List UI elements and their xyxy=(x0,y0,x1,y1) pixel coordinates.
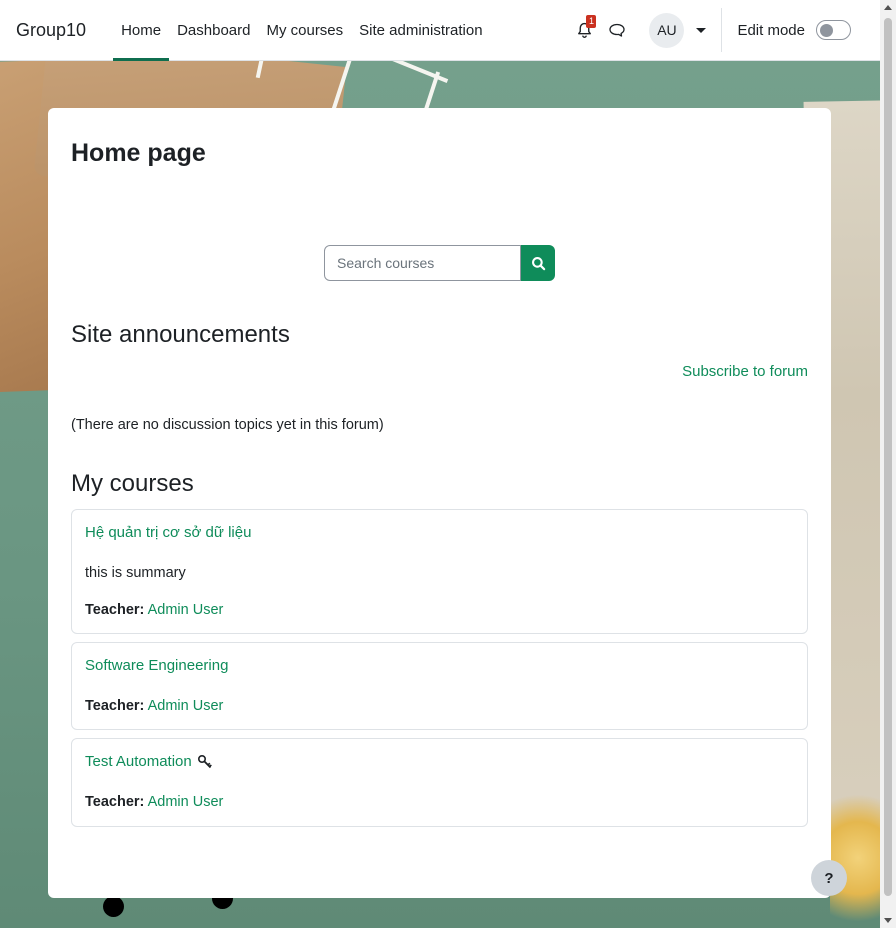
nav-item-my-courses[interactable]: My courses xyxy=(258,0,351,61)
search-icon xyxy=(531,256,545,270)
site-announcements-heading: Site announcements xyxy=(71,321,290,348)
course-name-link[interactable]: Software Engineering xyxy=(85,657,228,674)
course-box: Hệ quản trị cơ sở dữ liệu this is summar… xyxy=(71,509,808,634)
top-navbar: Group10 Home Dashboard My courses Site a… xyxy=(0,0,880,61)
my-courses-heading: My courses xyxy=(71,470,194,497)
teacher-link[interactable]: Admin User xyxy=(148,602,224,618)
search-courses-input[interactable] xyxy=(324,245,521,281)
course-summary: this is summary xyxy=(85,565,186,581)
toggle-knob xyxy=(820,23,833,37)
navbar-divider xyxy=(721,8,723,52)
nav-item-dashboard[interactable]: Dashboard xyxy=(169,0,258,61)
notification-count-badge: 1 xyxy=(586,15,597,28)
teacher-label: Teacher: xyxy=(85,794,145,810)
course-teacher: Teacher: Admin User xyxy=(85,602,223,618)
page-title: Home page xyxy=(71,139,206,167)
main-content-card: Home page Site announcements Subscribe t… xyxy=(48,108,831,898)
course-name-link[interactable]: Test Automation xyxy=(85,753,192,770)
background-flower xyxy=(830,778,880,928)
navbar-user-area: 1 AU Edit mode xyxy=(569,0,880,61)
chat-bubble-icon xyxy=(609,23,626,37)
chevron-down-icon[interactable] xyxy=(696,27,707,33)
course-teacher: Teacher: Admin User xyxy=(85,794,223,810)
nav-item-home[interactable]: Home xyxy=(113,0,170,61)
scroll-up-icon[interactable] xyxy=(884,5,892,10)
scroll-down-icon[interactable] xyxy=(884,918,892,923)
site-brand[interactable]: Group10 xyxy=(16,20,86,41)
course-box: Software Engineering Teacher: Admin User xyxy=(71,642,808,730)
user-avatar[interactable]: AU xyxy=(649,12,685,48)
subscribe-to-forum-link[interactable]: Subscribe to forum xyxy=(682,363,808,380)
course-name-row: Test Automation xyxy=(85,753,213,770)
course-teacher: Teacher: Admin User xyxy=(85,698,223,714)
no-discussion-topics-message: (There are no discussion topics yet in t… xyxy=(71,417,384,433)
messages-button[interactable] xyxy=(602,15,632,45)
teacher-label: Teacher: xyxy=(85,602,145,618)
teacher-link[interactable]: Admin User xyxy=(148,698,224,714)
background-dot xyxy=(103,896,124,917)
key-icon xyxy=(197,754,212,768)
course-search-form xyxy=(324,245,555,281)
course-name-link[interactable]: Hệ quản trị cơ sở dữ liệu xyxy=(85,524,251,541)
teacher-link[interactable]: Admin User xyxy=(148,794,224,810)
edit-mode-label: Edit mode xyxy=(737,21,805,39)
course-box: Test Automation Teacher: Admin User xyxy=(71,738,808,827)
teacher-label: Teacher: xyxy=(85,698,145,714)
page-scrollbar[interactable] xyxy=(880,0,896,928)
scrollbar-thumb[interactable] xyxy=(884,18,892,896)
nav-item-site-administration[interactable]: Site administration xyxy=(351,0,490,61)
help-button[interactable]: ? xyxy=(811,860,847,896)
edit-mode-toggle[interactable] xyxy=(816,20,851,40)
search-button[interactable] xyxy=(521,245,555,281)
notifications-button[interactable]: 1 xyxy=(569,15,599,45)
